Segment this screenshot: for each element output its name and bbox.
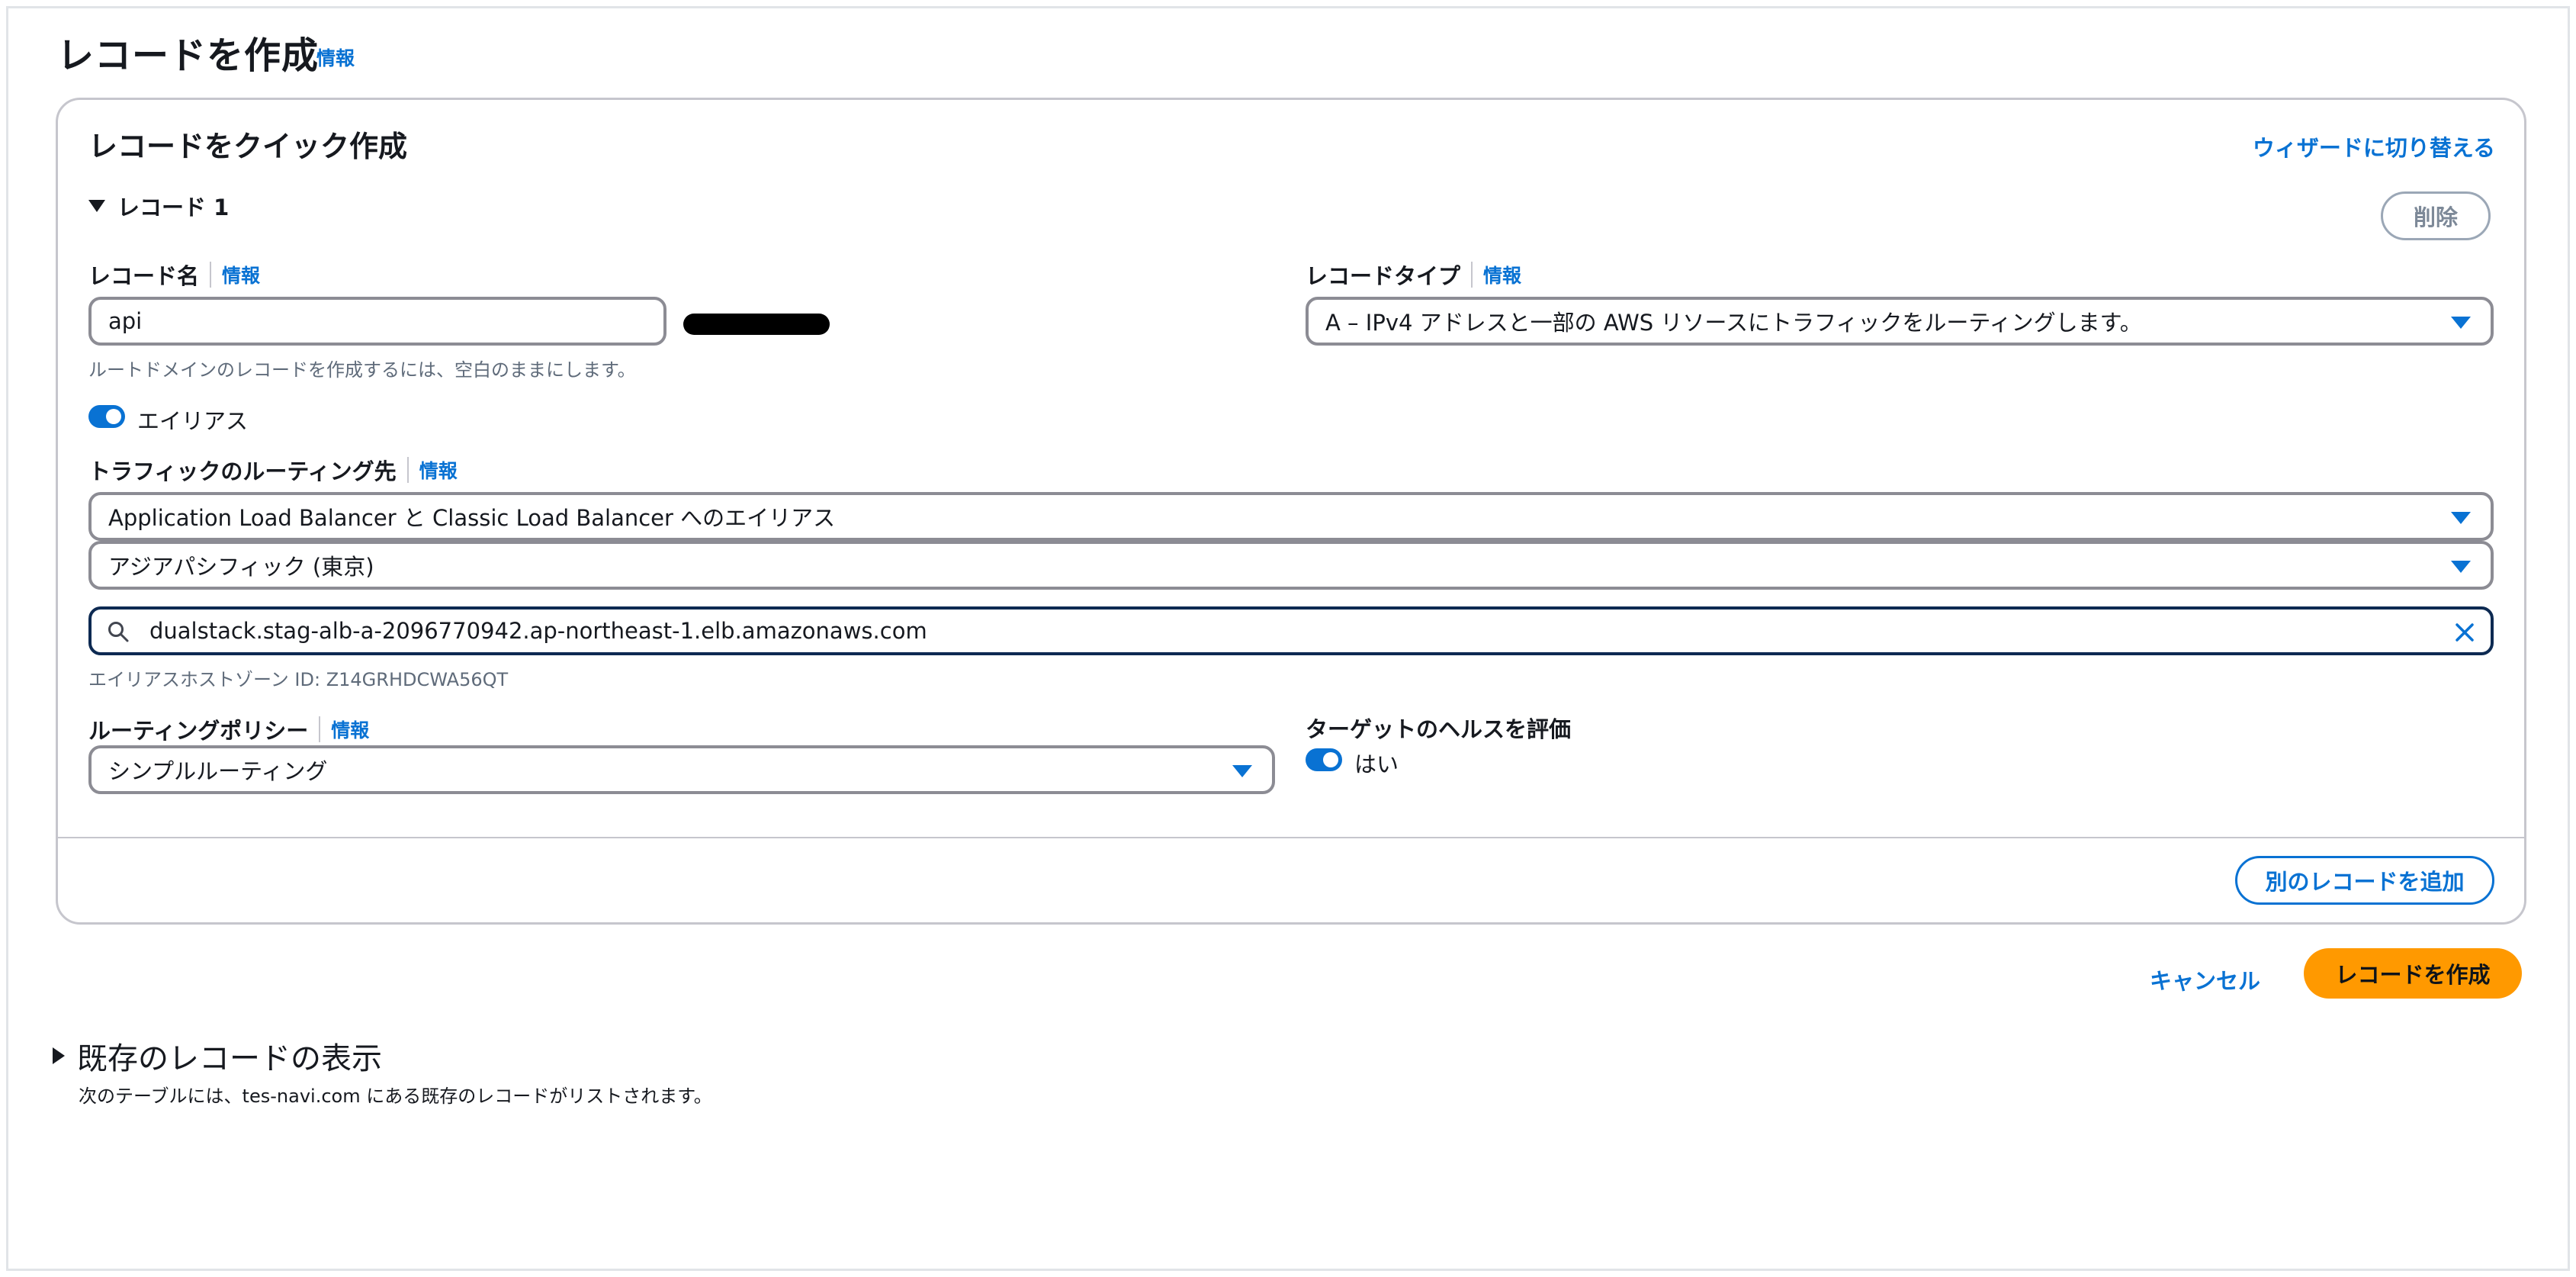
delete-button[interactable]: 削除 <box>2381 191 2491 240</box>
switch-wizard-link[interactable]: ウィザードに切り替える <box>2253 130 2495 162</box>
target-health-value: はい <box>1354 751 1399 777</box>
add-another-record-button[interactable]: 別のレコードを追加 <box>2235 856 2494 905</box>
record-section-toggle[interactable]: レコード 1 <box>88 190 229 222</box>
card-title: レコードをクイック作成 <box>88 130 408 163</box>
cancel-button[interactable]: キャンセル <box>2150 963 2260 996</box>
page-info-link[interactable]: 情報 <box>316 43 355 71</box>
record-name-info-link[interactable]: 情報 <box>222 261 260 288</box>
record-type-select[interactable]: A – IPv4 アドレスと一部の AWS リソースにトラフィックをルーティング… <box>1306 297 2494 346</box>
label-divider <box>210 262 212 288</box>
routing-policy-select[interactable]: シンプルルーティング <box>88 745 1275 794</box>
caret-down-icon <box>88 200 105 212</box>
page-title: レコードを作成 <box>57 34 320 77</box>
label-divider <box>406 457 409 483</box>
alias-label: エイリアス <box>137 408 249 434</box>
region-value: アジアパシフィック (東京) <box>108 554 374 580</box>
route-traffic-label-row: トラフィックのルーティング先 情報 <box>88 454 458 486</box>
target-health-toggle[interactable] <box>1306 748 1342 771</box>
endpoint-select[interactable]: Application Load Balancer と Classic Load… <box>88 492 2494 541</box>
search-icon <box>108 622 129 642</box>
existing-records-title: 既存のレコードの表示 <box>77 1041 382 1076</box>
label-divider <box>319 716 321 742</box>
routing-policy-value: シンプルルーティング <box>108 758 328 784</box>
caret-down-icon <box>2451 512 2471 524</box>
quick-create-card: レコードをクイック作成 ウィザードに切り替える レコード 1 削除 レコード名 … <box>56 98 2526 925</box>
record-name-label-row: レコード名 情報 <box>88 259 260 291</box>
caret-down-icon <box>2451 317 2471 329</box>
existing-records-toggle[interactable]: 既存のレコードの表示 <box>53 1034 382 1078</box>
record-section-label: レコード 1 <box>117 195 230 220</box>
page-frame: レコードを作成 情報 レコードをクイック作成 ウィザードに切り替える レコード … <box>6 6 2570 1271</box>
route-traffic-label: トラフィックのルーティング先 <box>88 458 397 484</box>
clear-icon[interactable] <box>2454 622 2475 643</box>
record-name-value: api <box>108 308 143 334</box>
caret-right-icon <box>53 1047 65 1064</box>
record-name-label: レコード名 <box>88 263 200 289</box>
routing-policy-label: ルーティングポリシー <box>88 718 309 744</box>
region-select[interactable]: アジアパシフィック (東京) <box>88 541 2494 590</box>
record-type-value: A – IPv4 アドレスと一部の AWS リソースにトラフィックをルーティング… <box>1325 310 2142 336</box>
endpoint-value: Application Load Balancer と Classic Load… <box>108 505 836 531</box>
record-name-input[interactable]: api <box>88 297 666 346</box>
routing-policy-info-link[interactable]: 情報 <box>331 716 369 743</box>
existing-records-description: 次のテーブルには、tes-navi.com にある既存のレコードがリストされます… <box>79 1086 712 1107</box>
caret-down-icon <box>1232 765 1252 777</box>
record-type-info-link[interactable]: 情報 <box>1483 261 1521 288</box>
caret-down-icon <box>2451 561 2471 573</box>
record-type-label-row: レコードタイプ 情報 <box>1306 259 1521 291</box>
record-type-label: レコードタイプ <box>1306 263 1461 289</box>
card-footer-divider <box>58 837 2524 838</box>
alias-toggle[interactable] <box>88 405 125 428</box>
route-traffic-info-link[interactable]: 情報 <box>419 456 458 484</box>
hosted-zone-hint: エイリアスホストゾーン ID: Z14GRHDCWA56QT <box>88 669 509 690</box>
target-health-label: ターゲットのヘルスを評価 <box>1306 716 1572 742</box>
redacted-domain-suffix <box>683 314 830 335</box>
label-divider <box>1471 262 1473 288</box>
routing-policy-label-row: ルーティングポリシー 情報 <box>88 713 369 745</box>
load-balancer-search-input[interactable]: dualstack.stag-alb-a-2096770942.ap-north… <box>88 606 2494 655</box>
load-balancer-search-value: dualstack.stag-alb-a-2096770942.ap-north… <box>149 618 927 644</box>
record-name-hint: ルートドメインのレコードを作成するには、空白のままにします。 <box>88 359 636 381</box>
create-record-button[interactable]: レコードを作成 <box>2304 948 2522 999</box>
